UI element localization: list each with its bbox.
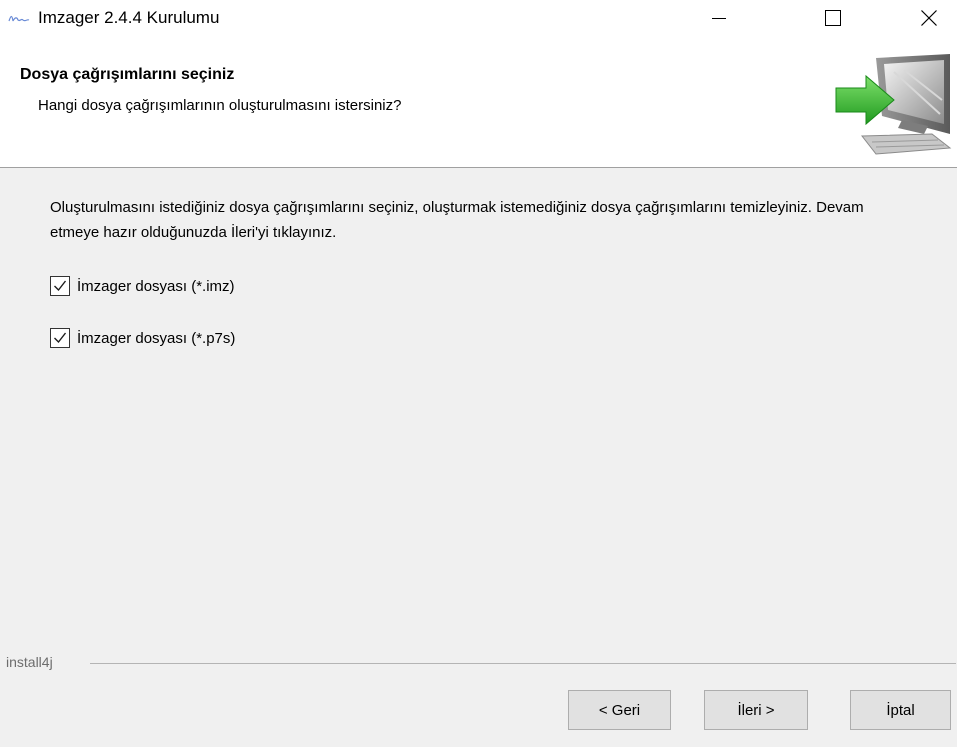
close-button[interactable] bbox=[900, 0, 957, 36]
cancel-button[interactable]: İptal bbox=[850, 690, 951, 730]
checkmark-icon bbox=[54, 332, 67, 344]
association-imz-label: İmzager dosyası (*.imz) bbox=[77, 277, 235, 295]
page-title: Dosya çağrışımlarını seçiniz bbox=[20, 66, 235, 83]
window-title: Imzager 2.4.4 Kurulumu bbox=[38, 8, 220, 27]
imzager-signature-icon bbox=[8, 15, 30, 22]
minimize-button[interactable] bbox=[690, 0, 747, 36]
next-button[interactable]: İleri > bbox=[704, 690, 808, 730]
header-panel: Dosya çağrışımlarını seçiniz Hangi dosya… bbox=[0, 38, 957, 168]
association-imz-option[interactable]: İmzager dosyası (*.imz) bbox=[50, 274, 235, 298]
association-p7s-label: İmzager dosyası (*.p7s) bbox=[77, 329, 236, 347]
footer-divider bbox=[90, 663, 956, 664]
checkmark-icon bbox=[54, 280, 67, 292]
maximize-icon bbox=[824, 10, 841, 26]
back-button[interactable]: < Geri bbox=[568, 690, 671, 730]
installer-window: Imzager 2.4.4 Kurulumu Dosya çağrışımlar… bbox=[0, 0, 957, 747]
page-subtitle: Hangi dosya çağrışımlarının oluşturulmas… bbox=[38, 97, 402, 114]
computer-with-green-arrow-icon bbox=[835, 54, 952, 155]
title-bar[interactable]: Imzager 2.4.4 Kurulumu bbox=[0, 0, 957, 38]
close-icon bbox=[920, 10, 937, 26]
association-p7s-checkbox[interactable] bbox=[50, 328, 70, 348]
maximize-button[interactable] bbox=[804, 0, 861, 36]
installer-brand-label: install4j bbox=[6, 654, 53, 670]
minimize-icon bbox=[711, 18, 726, 19]
association-p7s-option[interactable]: İmzager dosyası (*.p7s) bbox=[50, 326, 235, 350]
instructions-text: Oluşturulmasını istediğiniz dosya çağrış… bbox=[50, 199, 864, 241]
association-imz-checkbox[interactable] bbox=[50, 276, 70, 296]
